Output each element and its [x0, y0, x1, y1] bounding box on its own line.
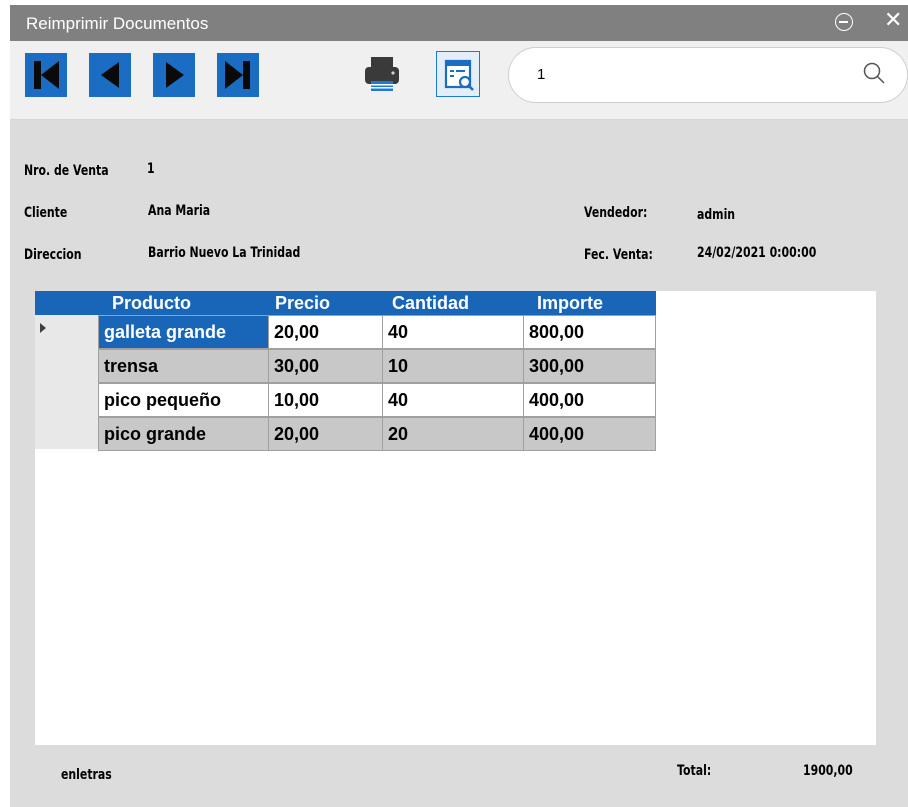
enletras-label: enletras: [61, 767, 112, 783]
cell-precio[interactable]: 30,00: [268, 349, 383, 383]
print-preview-button[interactable]: [436, 51, 480, 97]
cliente-value: Ana Maria: [148, 203, 211, 219]
last-record-button[interactable]: [217, 53, 259, 97]
cell-importe[interactable]: 400,00: [523, 383, 656, 417]
search-box: [508, 47, 908, 103]
table-row[interactable]: pico grande 20,00 20 400,00: [98, 417, 656, 451]
table-row[interactable]: galleta grande 20,00 40 800,00: [98, 315, 656, 349]
cell-precio[interactable]: 20,00: [268, 417, 383, 451]
total-label: Total:: [677, 763, 712, 779]
first-record-button[interactable]: [25, 53, 67, 97]
window-title: Reimprimir Documentos: [26, 14, 209, 33]
nro-venta-value: 1: [147, 161, 155, 177]
vendedor-label: Vendedor:: [584, 205, 648, 221]
fecha-venta-value: 24/02/2021 0:00:00: [697, 245, 817, 261]
column-header-producto[interactable]: Producto: [112, 293, 191, 313]
cell-cantidad[interactable]: 40: [382, 315, 524, 349]
cell-producto[interactable]: pico grande: [98, 417, 269, 451]
document-search-icon: [444, 59, 474, 91]
total-value: 1900,00: [803, 763, 853, 779]
cell-cantidad[interactable]: 10: [382, 349, 524, 383]
column-header-importe[interactable]: Importe: [537, 293, 603, 313]
toolbar: [10, 41, 908, 120]
minimize-icon[interactable]: [835, 13, 853, 31]
direccion-label: Direccion: [24, 247, 82, 263]
products-grid[interactable]: Producto Precio Cantidad Importe galleta…: [35, 291, 876, 745]
fecha-venta-label: Fec. Venta:: [584, 247, 653, 263]
column-header-cantidad[interactable]: Cantidad: [392, 293, 469, 313]
nro-venta-label: Nro. de Venta: [24, 163, 109, 179]
previous-record-button[interactable]: [89, 53, 131, 97]
cell-cantidad[interactable]: 20: [382, 417, 524, 451]
table-row[interactable]: trensa 30,00 10 300,00: [98, 349, 656, 383]
cell-precio[interactable]: 10,00: [268, 383, 383, 417]
printer-icon: [365, 57, 399, 91]
vendedor-value: admin: [697, 207, 736, 223]
direccion-value: Barrio Nuevo La Trinidad: [148, 245, 301, 261]
cell-producto[interactable]: pico pequeño: [98, 383, 269, 417]
grid-header: Producto Precio Cantidad Importe: [35, 291, 656, 315]
reimprimir-window: Reimprimir Documentos ✕ 1 Nro. de Venta …: [10, 5, 908, 807]
title-bar: Reimprimir Documentos ✕: [10, 5, 908, 41]
skip-last-icon: [225, 61, 250, 89]
close-icon[interactable]: ✕: [884, 10, 902, 32]
skip-first-icon: [34, 61, 59, 89]
arrow-left-icon: [101, 62, 119, 88]
cell-importe[interactable]: 300,00: [523, 349, 656, 383]
search-input[interactable]: [535, 61, 855, 87]
arrow-right-icon: [166, 62, 184, 88]
next-record-button[interactable]: [153, 53, 195, 97]
cell-producto[interactable]: galleta grande: [98, 315, 269, 349]
current-row-indicator-icon: [40, 323, 46, 333]
cell-importe[interactable]: 400,00: [523, 417, 656, 451]
column-header-precio[interactable]: Precio: [275, 293, 330, 313]
cell-cantidad[interactable]: 40: [382, 383, 524, 417]
table-row[interactable]: pico pequeño 10,00 40 400,00: [98, 383, 656, 417]
cell-importe[interactable]: 800,00: [523, 315, 656, 349]
print-button[interactable]: [360, 51, 404, 97]
cell-precio[interactable]: 20,00: [268, 315, 383, 349]
search-icon[interactable]: [861, 60, 889, 88]
cell-producto[interactable]: trensa: [98, 349, 269, 383]
cliente-label: Cliente: [24, 205, 68, 221]
